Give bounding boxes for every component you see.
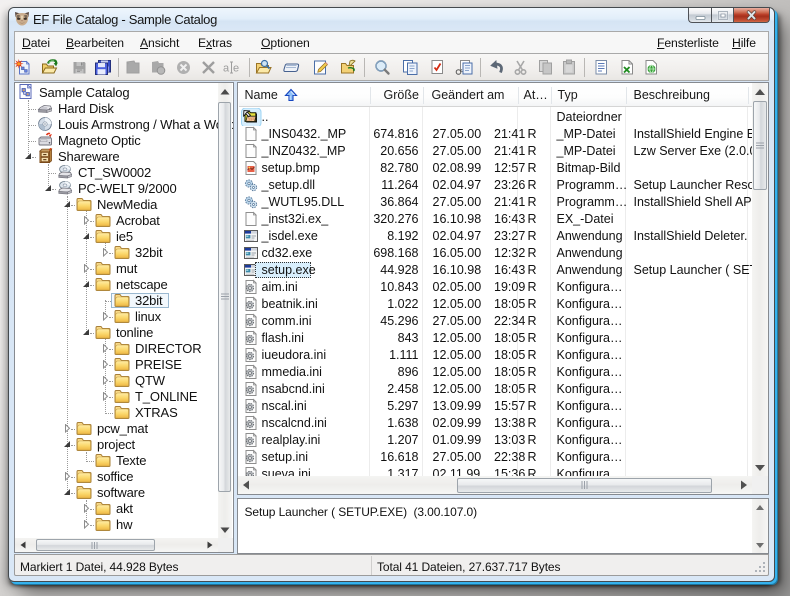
svg-text:e: e <box>233 62 239 74</box>
svg-text:a: a <box>223 62 230 74</box>
